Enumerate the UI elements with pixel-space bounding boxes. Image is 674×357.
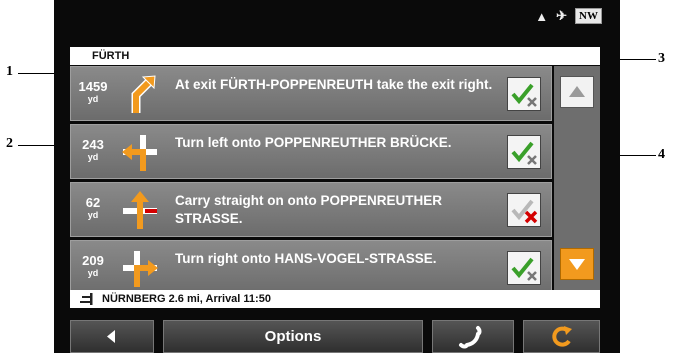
distance-unit: yd [87,94,99,104]
destination-bar: NÜRNBERG 2.6 mi, Arrival 11:50 [70,290,600,308]
back-button[interactable] [70,320,154,353]
back-arrow-icon [107,330,115,343]
list-item[interactable]: 209 yd Turn right onto HANS-VOGEL-STRASS… [70,240,552,295]
scroll-down-button[interactable] [560,248,594,280]
check-icon [511,83,537,107]
distance-value: 62 [85,195,101,210]
refresh-icon [552,326,572,347]
distance: 62 yd [71,183,115,236]
distance: 1459 yd [71,67,115,120]
callout-1: 1 [6,64,13,79]
straight-icon [123,191,157,229]
distance-value: 243 [82,137,104,152]
avoid-toggle[interactable] [507,193,541,227]
gps-signal-icon: ✈ [556,8,568,23]
recalculate-button[interactable] [523,320,600,353]
turn-left-icon [122,135,157,171]
compass-indicator: NW [575,8,602,24]
destination-info: NÜRNBERG 2.6 mi, Arrival 11:50 [102,293,271,305]
callout-4: 4 [658,147,665,162]
check-icon [511,141,537,165]
turn-right-icon [123,251,158,287]
callout-2: 2 [6,136,13,151]
check-icon [511,257,537,281]
route-list: 1459 yd At exit FÜRTH-POPPENREUTH take t… [70,66,552,298]
arrow-up-icon [569,86,585,97]
instruction-text: At exit FÜRTH-POPPENREUTH take the exit … [175,77,493,92]
instruction-text: Turn left onto POPPENREUTHER BRÜCKE. [175,135,452,150]
phone-button[interactable] [432,320,514,353]
warning-icon: ▲ [535,8,549,24]
distance-value: 209 [82,253,104,268]
phone-icon [459,326,482,349]
list-item[interactable]: 1459 yd At exit FÜRTH-POPPENREUTH take t… [70,66,552,121]
instruction-text: Carry straight on onto POPPENREUTHER STR… [175,193,443,226]
distance: 209 yd [71,241,115,294]
distance-unit: yd [87,152,99,162]
list-item[interactable]: 243 yd Turn left onto POPPENREUTHER BRÜC… [70,124,552,179]
options-button[interactable]: Options [163,320,423,353]
exit-right-icon [131,75,156,113]
city-header: FÜRTH [70,47,600,65]
scrollbar[interactable] [554,66,600,292]
destination-flag-icon [80,293,93,305]
scroll-up-button[interactable] [560,76,594,108]
callout-3: 3 [658,51,665,66]
status-bar: ▲ ✈ NW [535,8,602,24]
instruction-text: Turn right onto HANS-VOGEL-STRASSE. [175,251,437,266]
distance: 243 yd [71,125,115,178]
arrow-down-icon [569,259,585,270]
distance-unit: yd [87,210,99,220]
distance-unit: yd [87,268,99,278]
navigator-screen: ▲ ✈ NW FÜRTH 1459 yd At exit FÜRTH-POPPE… [54,0,620,353]
avoid-toggle[interactable] [507,251,541,285]
avoid-toggle[interactable] [507,77,541,111]
distance-value: 1459 [78,79,108,94]
list-item[interactable]: 62 yd Carry straight on onto POPPENREUTH… [70,182,552,237]
avoid-toggle[interactable] [507,135,541,169]
excluded-icon [511,199,538,224]
